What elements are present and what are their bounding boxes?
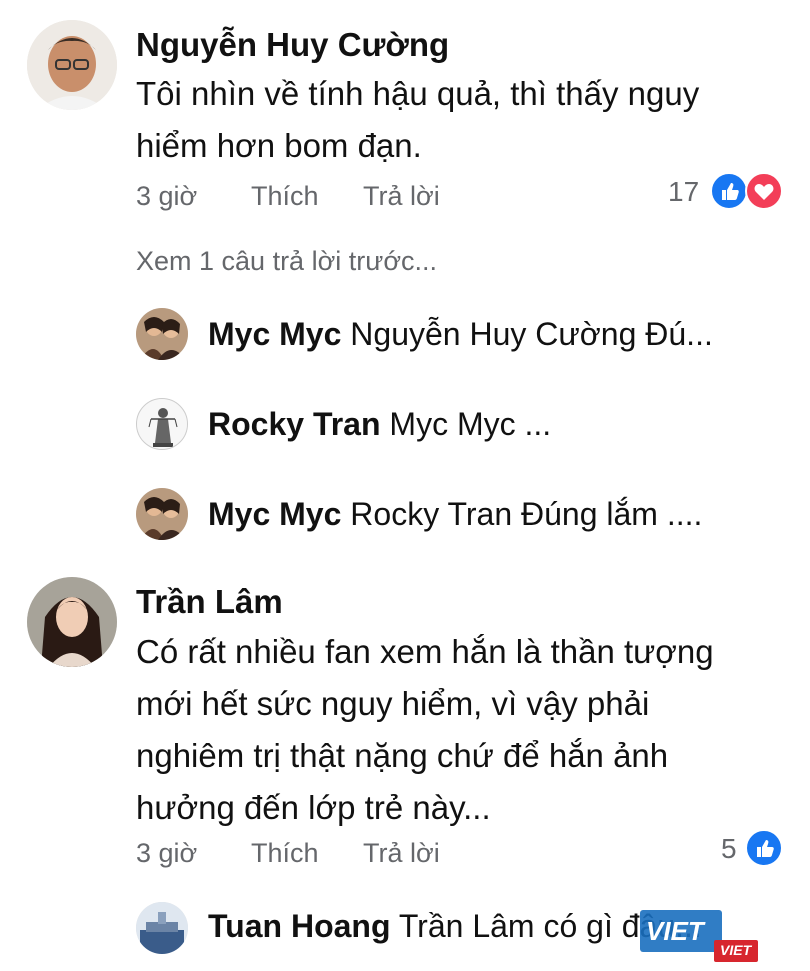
like-icon[interactable] <box>745 829 783 867</box>
avatar[interactable] <box>136 308 188 360</box>
reply-author[interactable]: Rocky Tran <box>208 406 381 442</box>
comment-author[interactable]: Nguyễn Huy Cường <box>136 26 449 64</box>
avatar[interactable] <box>27 20 117 110</box>
reply-preview[interactable]: Nguyễn Huy Cường Đú... <box>350 316 713 352</box>
building-photo-avatar-icon <box>136 902 188 954</box>
comment-timestamp: 3 giờ <box>136 181 198 211</box>
watermark-logo: VIET VIET <box>640 910 758 966</box>
like-button[interactable]: Thích <box>251 181 319 212</box>
watermark-subtext: VIET <box>720 942 752 958</box>
reply-button[interactable]: Trả lời <box>363 838 440 869</box>
view-previous-replies-link[interactable]: Xem 1 câu trả lời trước... <box>136 246 437 277</box>
reply-preview[interactable]: Rocky Tran Đúng lắm .... <box>350 496 702 532</box>
reply-text: Tuan Hoang Trần Lâm có gì đâu... <box>208 908 702 945</box>
person-avatar-icon <box>27 20 117 110</box>
comment-text-line: hiểm hơn bom đạn. <box>136 127 422 164</box>
group-photo-avatar-icon <box>136 488 188 540</box>
watermark-text: VIET <box>646 916 704 946</box>
comment-text-line: mới hết sức nguy hiểm, vì vậy phải <box>136 685 650 722</box>
comment-text-line: Có rất nhiều fan xem hắn là thần tượng <box>136 633 714 670</box>
comment-text-line: hưởng đến lớp trẻ này... <box>136 789 491 826</box>
person-avatar-icon <box>27 577 117 667</box>
like-icon[interactable] <box>710 172 748 210</box>
comment-timestamp: 3 giờ <box>136 838 198 868</box>
reaction-count[interactable]: 5 <box>721 833 737 865</box>
love-icon[interactable] <box>745 172 783 210</box>
reply-text: Rocky Tran Myc Myc ... <box>208 406 551 443</box>
comment-author[interactable]: Trần Lâm <box>136 583 283 621</box>
reply-author[interactable]: Myc Myc <box>208 316 341 352</box>
reply-preview[interactable]: Myc Myc ... <box>389 406 551 442</box>
reaction-count[interactable]: 17 <box>668 176 699 208</box>
avatar[interactable] <box>136 398 188 450</box>
reply-text: Myc Myc Rocky Tran Đúng lắm .... <box>208 496 702 533</box>
avatar[interactable] <box>136 488 188 540</box>
like-button[interactable]: Thích <box>251 838 319 869</box>
avatar[interactable] <box>136 902 188 954</box>
reply-text: Myc Myc Nguyễn Huy Cường Đú... <box>208 316 713 353</box>
reply-author[interactable]: Myc Myc <box>208 496 341 532</box>
lady-justice-avatar-icon <box>137 399 187 449</box>
group-photo-avatar-icon <box>136 308 188 360</box>
comment-text-line: nghiêm trị thật nặng chứ để hắn ảnh <box>136 737 669 774</box>
avatar[interactable] <box>27 577 117 667</box>
reply-button[interactable]: Trả lời <box>363 181 440 212</box>
reply-author[interactable]: Tuan Hoang <box>208 908 391 944</box>
comment-text-line: Tôi nhìn về tính hậu quả, thì thấy nguy <box>136 75 700 112</box>
